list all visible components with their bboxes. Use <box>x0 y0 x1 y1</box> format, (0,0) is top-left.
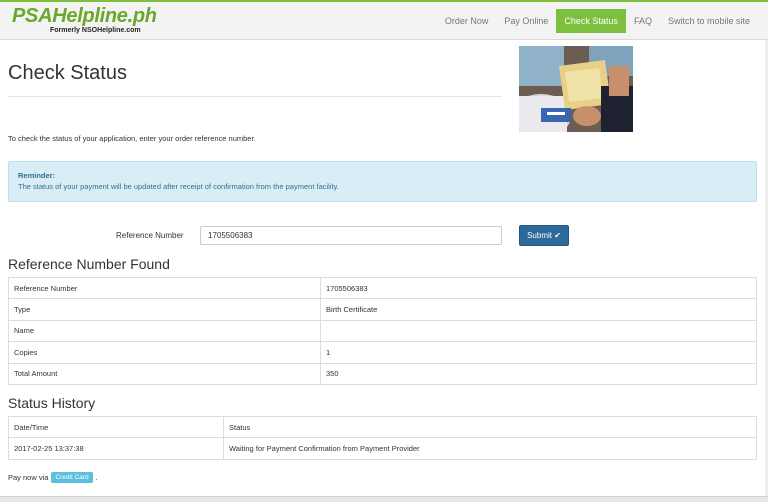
history-heading: Status History <box>8 395 96 411</box>
history-table: Date/Time Status 2017-02-25 13:37:38 Wai… <box>8 415 757 460</box>
nav-switch-mobile[interactable]: Switch to mobile site <box>660 9 758 33</box>
detail-key: Copies <box>8 341 321 364</box>
table-row: Type Birth Certificate <box>8 298 757 321</box>
pay-now-prefix: Pay now via <box>8 473 49 482</box>
detail-value: Birth Certificate <box>320 298 757 321</box>
main-nav: Order Now Pay Online Check Status FAQ Sw… <box>437 9 758 33</box>
checkmark-icon: ✔ <box>554 231 561 240</box>
detail-value <box>320 319 757 343</box>
logo-text: PSAHelpline.ph <box>12 5 157 27</box>
title-divider <box>8 96 502 97</box>
details-table: Reference Number 1705506383 Type Birth C… <box>8 276 757 385</box>
footer-bar <box>0 496 768 502</box>
found-heading: Reference Number Found <box>8 256 170 272</box>
table-header-row: Date/Time Status <box>8 415 757 439</box>
submit-label: Submit <box>527 231 552 240</box>
top-navbar: PSAHelpline.ph Formerly NSOHelpline.com … <box>0 0 768 40</box>
pay-now-suffix: . <box>95 473 98 482</box>
pay-now-line: Pay now via Credit Card . <box>8 472 98 483</box>
detail-value: 350 <box>320 362 757 385</box>
table-row: Name <box>8 319 757 343</box>
nav-check-status[interactable]: Check Status <box>556 9 626 33</box>
submit-button[interactable]: Submit ✔ <box>519 225 569 246</box>
detail-key: Name <box>8 319 321 343</box>
site-logo[interactable]: PSAHelpline.ph Formerly NSOHelpline.com <box>12 6 157 35</box>
reference-number-label: Reference Number <box>116 231 184 240</box>
detail-value: 1705506383 <box>320 276 757 300</box>
detail-value: 1 <box>320 341 757 364</box>
detail-key: Reference Number <box>8 276 321 300</box>
table-row: Copies 1 <box>8 341 757 364</box>
column-header-datetime: Date/Time <box>8 415 224 439</box>
detail-key: Total Amount <box>8 362 321 385</box>
nav-pay-online[interactable]: Pay Online <box>496 9 556 33</box>
reminder-alert: Reminder: The status of your payment wil… <box>8 161 757 202</box>
page-title: Check Status <box>8 62 127 84</box>
history-datetime: 2017-02-25 13:37:38 <box>8 437 224 460</box>
reference-number-input[interactable] <box>200 226 502 245</box>
instruction-text: To check the status of your application,… <box>8 134 256 143</box>
nav-faq[interactable]: FAQ <box>626 9 660 33</box>
nav-order-now[interactable]: Order Now <box>437 9 497 33</box>
reminder-text: The status of your payment will be updat… <box>18 182 339 191</box>
reminder-title: Reminder: <box>18 171 56 180</box>
header-photo <box>519 46 633 132</box>
credit-card-button[interactable]: Credit Card <box>51 472 93 483</box>
column-header-status: Status <box>223 415 757 439</box>
table-row: Total Amount 350 <box>8 362 757 385</box>
detail-key: Type <box>8 298 321 321</box>
table-row: 2017-02-25 13:37:38 Waiting for Payment … <box>8 437 757 460</box>
history-status: Waiting for Payment Confirmation from Pa… <box>223 437 757 460</box>
table-row: Reference Number 1705506383 <box>8 276 757 300</box>
logo-subtext: Formerly NSOHelpline.com <box>50 27 141 34</box>
photo-illustration <box>519 46 633 132</box>
